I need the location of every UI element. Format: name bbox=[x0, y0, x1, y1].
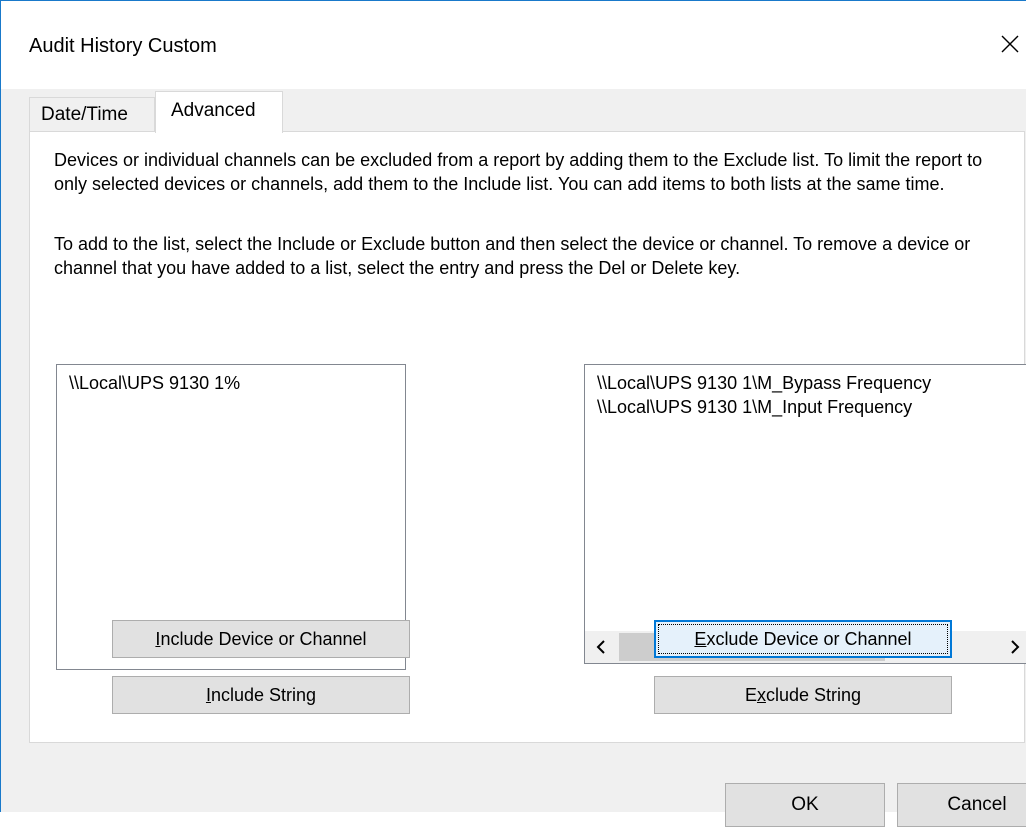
scroll-left-button[interactable] bbox=[585, 631, 617, 663]
tab-date-time-label: Date/Time bbox=[41, 104, 128, 125]
include-device-or-channel-button[interactable]: Include Device or Channel bbox=[112, 620, 410, 658]
ok-button[interactable]: OK bbox=[725, 783, 885, 827]
include-device-label: nclude Device or Channel bbox=[160, 629, 367, 649]
scroll-right-button[interactable] bbox=[999, 631, 1026, 663]
exclude-string-button[interactable]: Exclude String bbox=[654, 676, 952, 714]
title-bar: Audit History Custom bbox=[1, 1, 1026, 89]
window-title: Audit History Custom bbox=[29, 35, 217, 57]
exclude-list[interactable]: \\Local\UPS 9130 1\M_Bypass Frequency \\… bbox=[584, 364, 1026, 664]
exclude-device-or-channel-button[interactable]: Exclude Device or Channel bbox=[654, 620, 952, 658]
exclude-string-label: clude String bbox=[765, 685, 862, 705]
chevron-left-icon bbox=[596, 640, 605, 654]
exclude-string-prefix: E bbox=[744, 685, 757, 705]
focus-ring bbox=[658, 624, 948, 654]
cancel-button[interactable]: Cancel bbox=[897, 783, 1026, 827]
exclude-string-mnemonic: x bbox=[756, 685, 766, 705]
tab-date-time[interactable]: Date/Time bbox=[29, 97, 155, 131]
tab-advanced-label: Advanced bbox=[171, 100, 256, 121]
audit-history-dialog: Audit History Custom Date/Time Advanced … bbox=[0, 0, 1026, 827]
chevron-right-icon bbox=[1011, 640, 1020, 654]
include-string-label: nclude String bbox=[210, 685, 317, 705]
close-button[interactable] bbox=[991, 25, 1026, 65]
exclude-list-item[interactable]: \\Local\UPS 9130 1\M_Bypass Frequency bbox=[597, 371, 931, 395]
include-string-button[interactable]: Include String bbox=[112, 676, 410, 714]
description-paragraph-1: Devices or individual channels can be ex… bbox=[54, 150, 983, 194]
advanced-tab-panel: Devices or individual channels can be ex… bbox=[29, 131, 1026, 743]
tab-advanced[interactable]: Advanced bbox=[155, 91, 283, 133]
description-paragraph-2: To add to the list, select the Include o… bbox=[54, 234, 971, 278]
close-icon bbox=[1001, 35, 1019, 53]
include-list-item[interactable]: \\Local\UPS 9130 1% bbox=[69, 371, 240, 395]
exclude-list-item[interactable]: \\Local\UPS 9130 1\M_Input Frequency bbox=[597, 395, 912, 419]
